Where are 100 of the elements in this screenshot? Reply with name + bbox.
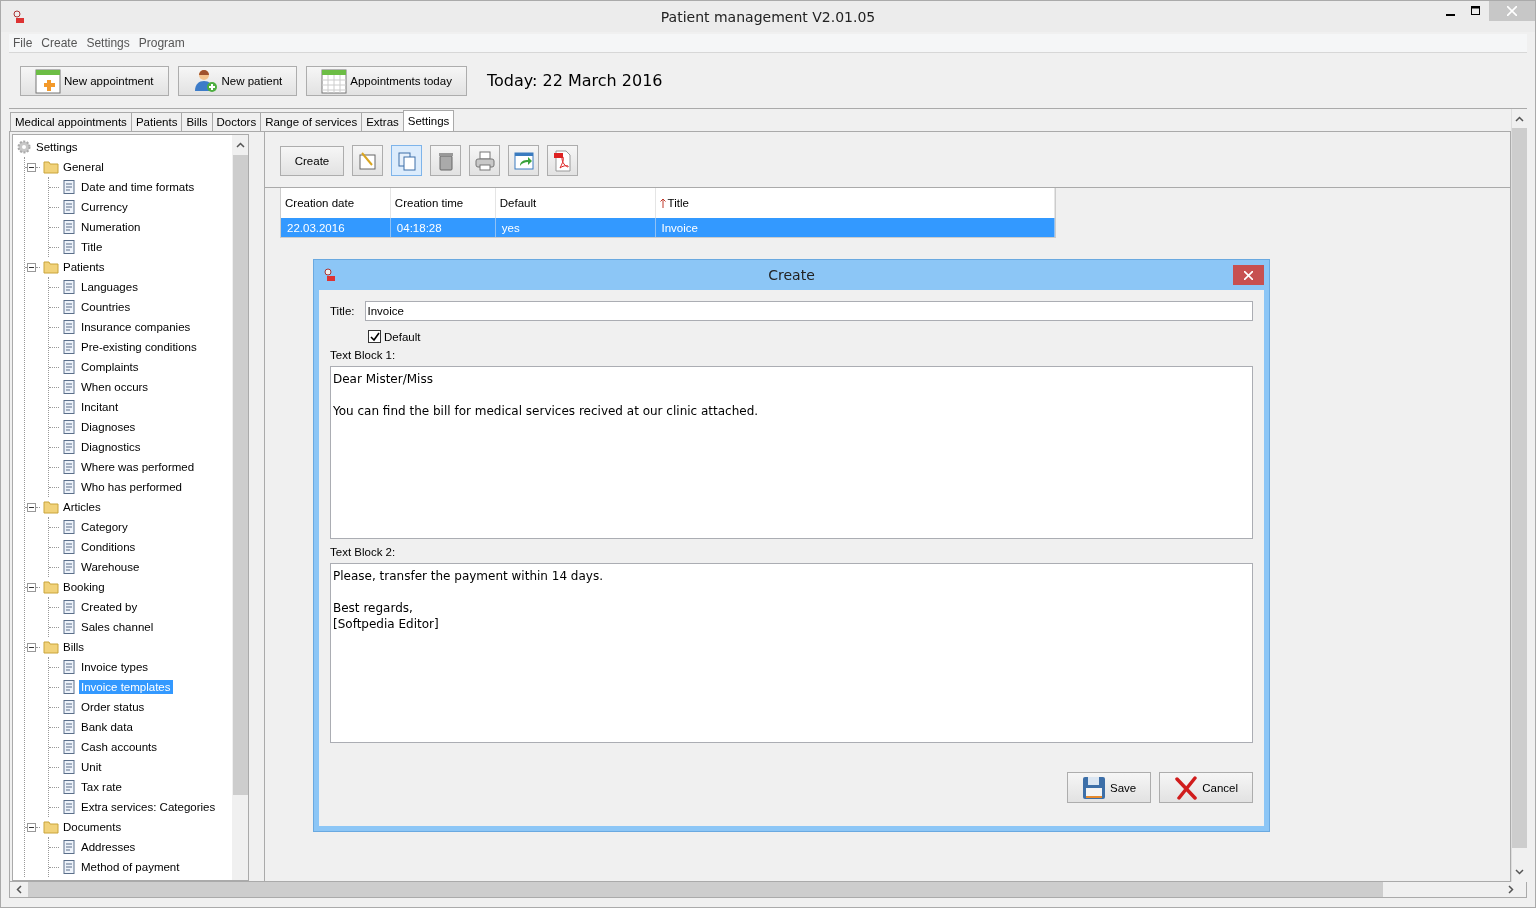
scrollbar[interactable] — [232, 135, 248, 880]
tree-item[interactable]: Diagnoses — [79, 420, 138, 434]
tree-item[interactable]: Settings — [34, 140, 80, 154]
tree-item[interactable]: Unit — [79, 760, 104, 774]
document-icon — [61, 719, 77, 735]
calendar-plus-icon — [35, 67, 61, 94]
menu-item[interactable]: File — [13, 36, 33, 50]
tree-item[interactable]: Complaints — [79, 360, 141, 374]
document-icon — [61, 539, 77, 555]
default-checkbox[interactable] — [368, 330, 381, 343]
document-icon — [61, 319, 77, 335]
document-icon — [61, 479, 77, 495]
tool-button[interactable] — [547, 145, 578, 176]
tree-item[interactable]: Diagnostics — [79, 440, 143, 454]
tab[interactable]: Settings — [402, 110, 455, 131]
scrollbar[interactable] — [9, 882, 1527, 898]
dialog-button[interactable]: Cancel — [1159, 772, 1253, 803]
printer-icon — [473, 149, 496, 172]
document-icon — [61, 279, 77, 295]
app-icon — [11, 9, 25, 24]
document-icon — [61, 459, 77, 475]
folder-icon — [43, 579, 59, 595]
tree-item[interactable]: Pre-existing conditions — [79, 340, 199, 354]
tree-item[interactable]: Insurance companies — [79, 320, 193, 334]
collapse-toggle[interactable] — [27, 822, 36, 832]
tab[interactable]: Medical appointments — [10, 112, 132, 131]
tree-item[interactable]: Warehouse — [79, 560, 142, 574]
tree-item[interactable]: Booking — [61, 580, 107, 594]
document-icon — [61, 519, 77, 535]
column-label: Title — [667, 197, 689, 209]
export-window-icon — [512, 149, 535, 172]
tree-item[interactable]: Incitant — [79, 400, 121, 414]
tree-item[interactable]: Tax rate — [79, 780, 124, 794]
collapse-toggle[interactable] — [27, 502, 36, 512]
folder-icon — [43, 819, 59, 835]
tree-item[interactable]: Created by — [79, 600, 140, 614]
tree-item[interactable]: Invoice types — [79, 660, 151, 674]
table-cell: 04:18:28 — [390, 218, 496, 237]
field-label: Title: — [330, 305, 355, 317]
tree-item[interactable]: Documents — [61, 820, 124, 834]
field-label: Text Block 2: — [330, 546, 397, 558]
dialog-title: Create — [768, 267, 815, 283]
menu-item[interactable]: Settings — [86, 36, 130, 50]
tree-item[interactable]: Languages — [79, 280, 140, 294]
tree-item[interactable]: Extra services: Categories — [79, 800, 218, 814]
tree-item[interactable]: Currency — [79, 200, 130, 214]
app-icon — [322, 268, 336, 282]
tree-item[interactable]: Countries — [79, 300, 133, 314]
toolbar-button[interactable]: Appointments today — [306, 65, 467, 96]
toolbar-button[interactable]: New patient — [177, 65, 298, 96]
toolbar-button[interactable]: New appointment — [20, 65, 169, 96]
tab[interactable]: Range of services — [260, 112, 363, 131]
document-icon — [61, 599, 77, 615]
column-label: Default — [499, 197, 537, 209]
tree-item[interactable]: Where was performed — [79, 460, 197, 474]
tree-item[interactable]: Articles — [61, 500, 103, 514]
folder-icon — [43, 499, 59, 515]
tree-item[interactable]: Method of payment — [79, 860, 182, 874]
tree-item[interactable]: Patients — [61, 260, 107, 274]
create-button[interactable]: Create — [280, 145, 344, 176]
tree-item[interactable]: Sales channel — [79, 620, 156, 634]
dialog-button[interactable]: Save — [1066, 772, 1152, 803]
tool-button[interactable] — [508, 145, 539, 176]
tree-item[interactable]: Order status — [79, 700, 147, 714]
text-area[interactable]: Please, transfer the payment within 14 days. Best regards, [Softpedia Editor] — [330, 563, 1253, 743]
collapse-toggle[interactable] — [27, 162, 36, 172]
collapse-toggle[interactable] — [27, 582, 36, 592]
tool-button[interactable] — [469, 145, 500, 176]
menu-item[interactable]: Create — [41, 36, 78, 50]
collapse-toggle[interactable] — [27, 262, 36, 272]
tree-item[interactable]: General — [61, 160, 106, 174]
document-icon — [61, 799, 77, 815]
tree-item[interactable]: When occurs — [79, 380, 151, 394]
copy-icon — [395, 149, 418, 172]
folder-icon — [43, 159, 59, 175]
document-icon — [61, 239, 77, 255]
close-icon — [1507, 6, 1517, 16]
tool-button[interactable] — [430, 145, 461, 176]
tree-item[interactable]: Bank data — [79, 720, 135, 734]
document-icon — [61, 619, 77, 635]
menu-item[interactable]: Program — [138, 36, 185, 50]
document-icon — [61, 219, 77, 235]
text-area[interactable]: Dear Mister/Miss You can find the bill for medical services recived at our clinic attached. — [330, 366, 1253, 539]
minimize-icon — [1445, 13, 1455, 16]
tree-item[interactable]: Cash accounts — [79, 740, 160, 754]
document-icon — [61, 339, 77, 355]
collapse-toggle[interactable] — [27, 642, 36, 652]
tree-item[interactable]: Title — [79, 240, 105, 254]
tree-item[interactable]: Addresses — [79, 840, 138, 854]
title-field[interactable]: Invoice — [364, 301, 1253, 321]
tree-item[interactable]: Date and time formats — [79, 180, 197, 194]
tree-item[interactable]: Category — [79, 520, 130, 534]
tree-item[interactable]: Bills — [61, 640, 87, 654]
column-label: Creation date — [285, 197, 355, 209]
gear-icon — [16, 139, 32, 155]
window-title: Patient management V2.01.05 — [660, 8, 876, 25]
tree-item[interactable]: Conditions — [79, 540, 138, 554]
tree-item[interactable]: Numeration — [79, 220, 143, 234]
close-button[interactable] — [1233, 265, 1264, 285]
tree-item[interactable]: Who has performed — [79, 480, 184, 494]
